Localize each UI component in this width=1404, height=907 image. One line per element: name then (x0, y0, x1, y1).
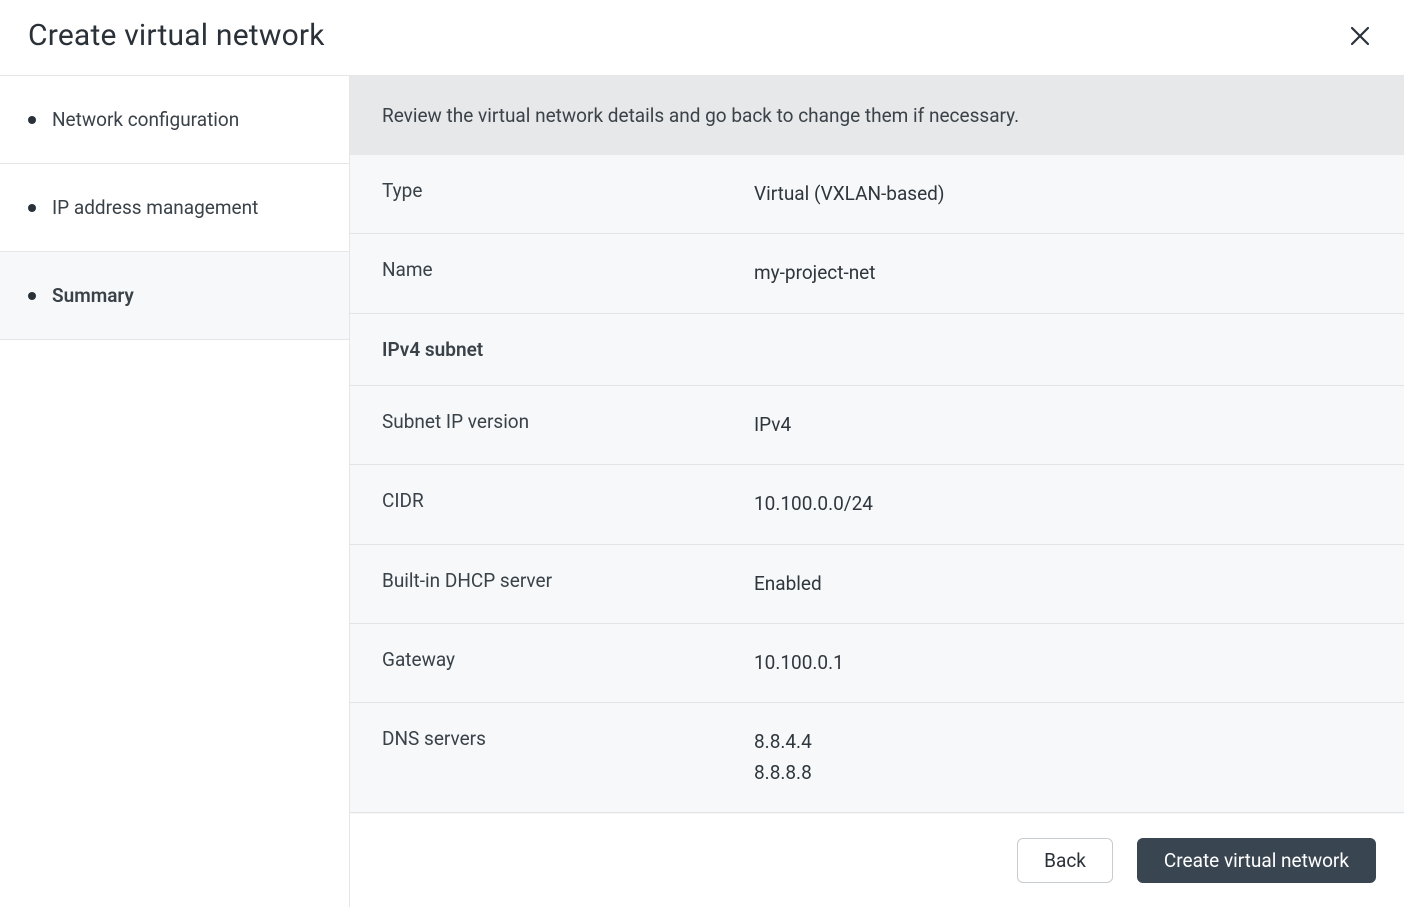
summary-label: DNS servers (382, 727, 754, 788)
summary-row-cidr: CIDR 10.100.0.0/24 (350, 465, 1404, 544)
bullet-icon (28, 204, 36, 212)
main-panel: Review the virtual network details and g… (350, 76, 1404, 907)
summary-row-subnet-ip-version: Subnet IP version IPv4 (350, 386, 1404, 465)
summary-row-dns-servers: DNS servers 8.8.4.4 8.8.8.8 (350, 703, 1404, 813)
wizard-steps-sidebar: Network configuration IP address managem… (0, 76, 350, 907)
summary-value: 8.8.4.4 8.8.8.8 (754, 727, 1372, 788)
dialog-header: Create virtual network (0, 0, 1404, 76)
dialog-body: Network configuration IP address managem… (0, 76, 1404, 907)
bullet-icon (28, 292, 36, 300)
step-label: Network configuration (52, 108, 239, 131)
dialog-footer: Back Create virtual network (350, 814, 1404, 907)
summary-label: CIDR (382, 489, 754, 519)
create-virtual-network-dialog: Create virtual network Network configura… (0, 0, 1404, 907)
dns-server-1: 8.8.4.4 (754, 727, 1372, 757)
step-summary[interactable]: Summary (0, 252, 349, 340)
step-label: Summary (52, 284, 134, 307)
create-virtual-network-button[interactable]: Create virtual network (1137, 838, 1376, 883)
summary-row-gateway: Gateway 10.100.0.1 (350, 624, 1404, 703)
bullet-icon (28, 116, 36, 124)
summary-label: Type (382, 179, 754, 209)
summary-label: Gateway (382, 648, 754, 678)
summary-value: IPv4 (754, 410, 1372, 440)
summary-value: 10.100.0.1 (754, 648, 1372, 678)
summary-table: Type Virtual (VXLAN-based) Name my-proje… (350, 155, 1404, 814)
summary-section-label: IPv4 subnet (382, 338, 754, 361)
close-icon (1348, 24, 1372, 48)
summary-value: 10.100.0.0/24 (754, 489, 1372, 519)
summary-value: Virtual (VXLAN-based) (754, 179, 1372, 209)
summary-section-ipv4-subnet: IPv4 subnet (350, 314, 1404, 386)
close-button[interactable] (1344, 20, 1376, 52)
summary-value: Enabled (754, 569, 1372, 599)
summary-row-name: Name my-project-net (350, 234, 1404, 313)
step-ip-address-management[interactable]: IP address management (0, 164, 349, 252)
summary-row-type: Type Virtual (VXLAN-based) (350, 155, 1404, 234)
summary-label: Name (382, 258, 754, 288)
summary-row-dhcp: Built-in DHCP server Enabled (350, 545, 1404, 624)
summary-label: Built-in DHCP server (382, 569, 754, 599)
step-network-configuration[interactable]: Network configuration (0, 76, 349, 164)
summary-description: Review the virtual network details and g… (350, 76, 1404, 155)
dns-server-2: 8.8.8.8 (754, 758, 1372, 788)
summary-value: my-project-net (754, 258, 1372, 288)
summary-label: Subnet IP version (382, 410, 754, 440)
back-button[interactable]: Back (1017, 838, 1113, 883)
dialog-title: Create virtual network (28, 18, 325, 53)
step-label: IP address management (52, 196, 258, 219)
